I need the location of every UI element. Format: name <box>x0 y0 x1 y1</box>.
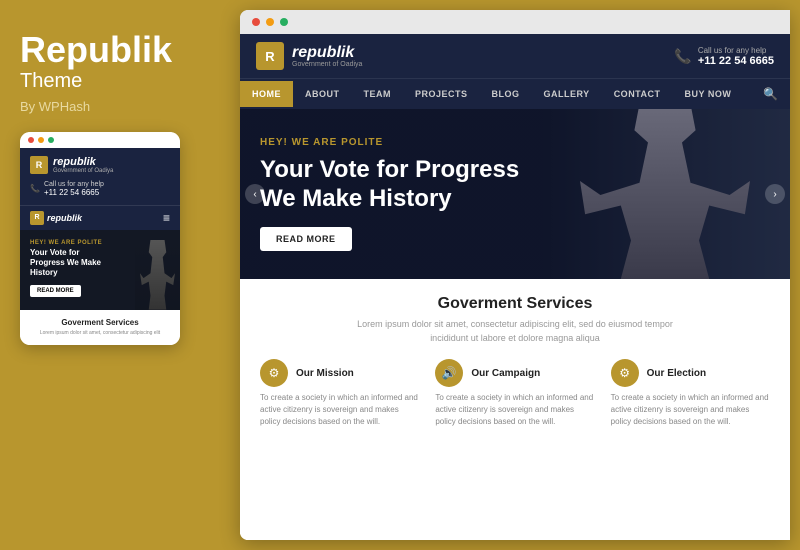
website-content: R republik Government of Oadiya 📞 Call u… <box>240 34 790 540</box>
site-hero: ‹ HEY! WE ARE POLITE Your Vote for Progr… <box>240 109 790 279</box>
site-logo-name: republik <box>292 45 362 61</box>
mobile-phone-icon: 📞 <box>30 184 40 193</box>
nav-item-contact[interactable]: CONTACT <box>602 81 673 107</box>
service-item-mission: ⚙ Our Mission To create a society in whi… <box>260 359 419 428</box>
mobile-header: R republik Government of Oadiya 📞 Call u… <box>20 148 180 205</box>
theme-subtitle: Theme <box>20 70 220 93</box>
browser-dot-red <box>252 18 260 26</box>
service-campaign-icon: 🔊 <box>435 359 463 387</box>
nav-item-buy-now[interactable]: BUY NOW <box>673 81 744 107</box>
nav-item-team[interactable]: TEAM <box>352 81 404 107</box>
mobile-browser-bar <box>20 132 180 148</box>
person-shape <box>580 109 750 279</box>
service-campaign-header: 🔊 Our Campaign <box>435 359 594 387</box>
mobile-hero: HEY! WE ARE POLITE Your Vote for Progres… <box>20 230 180 310</box>
nav-search-icon[interactable]: 🔍 <box>751 79 790 109</box>
hero-content: HEY! WE ARE POLITE Your Vote for Progres… <box>240 117 539 272</box>
mobile-preview: R republik Government of Oadiya 📞 Call u… <box>20 132 180 345</box>
mobile-logo-badge: R <box>30 156 48 174</box>
site-header: R republik Government of Oadiya 📞 Call u… <box>240 34 790 78</box>
mobile-nav-logo-name: republik <box>47 213 82 223</box>
mobile-dot-yellow <box>38 137 44 143</box>
mobile-logo-text-wrap: republik Government of Oadiya <box>53 156 113 174</box>
browser-dot-yellow <box>266 18 274 26</box>
site-logo-badge: R <box>256 42 284 70</box>
mobile-logo-row: R republik Government of Oadiya <box>30 156 170 174</box>
service-campaign-text: To create a society in which an informed… <box>435 392 594 428</box>
mobile-nav: R republik ≡ <box>20 205 180 230</box>
mobile-hero-title: Your Vote for Progress We Make History <box>30 248 110 279</box>
mobile-services-desc: Lorem ipsum dolor sit amet, consectetur … <box>28 330 172 337</box>
hero-read-more-button[interactable]: READ MORE <box>260 227 352 251</box>
mobile-phone-number: +11 22 54 6665 <box>44 188 104 197</box>
service-election-name: Our Election <box>647 368 706 379</box>
service-election-header: ⚙ Our Election <box>611 359 770 387</box>
mobile-services: Goverment Services Lorem ipsum dolor sit… <box>20 310 180 345</box>
mobile-phone-info: Call us for any help +11 22 54 6665 <box>44 181 104 197</box>
site-header-phone: 📞 Call us for any help +11 22 54 6665 <box>674 46 774 67</box>
phone-icon: 📞 <box>674 48 691 65</box>
mobile-dot-green <box>48 137 54 143</box>
phone-number: +11 22 54 6665 <box>698 55 774 67</box>
hero-prev-arrow[interactable]: ‹ <box>245 184 265 204</box>
mobile-phone-row: 📞 Call us for any help +11 22 54 6665 <box>30 181 170 197</box>
mobile-nav-logo: R republik <box>30 211 82 225</box>
mobile-person-silhouette <box>140 240 175 310</box>
service-mission-text: To create a society in which an informed… <box>260 392 419 428</box>
mobile-hamburger-icon[interactable]: ≡ <box>163 211 170 225</box>
service-item-campaign: 🔊 Our Campaign To create a society in wh… <box>435 359 594 428</box>
site-logo: R republik Government of Oadiya <box>256 42 362 70</box>
nav-item-projects[interactable]: PROJECTS <box>403 81 480 107</box>
site-logo-tagline: Government of Oadiya <box>292 61 362 68</box>
browser-chrome <box>240 10 790 34</box>
nav-item-blog[interactable]: BLOG <box>480 81 532 107</box>
service-campaign-name: Our Campaign <box>471 368 540 379</box>
services-desc: Lorem ipsum dolor sit amet, consectetur … <box>260 318 770 345</box>
service-mission-name: Our Mission <box>296 368 354 379</box>
site-nav: HOME ABOUT TEAM PROJECTS BLOG GALLERY CO… <box>240 78 790 109</box>
theme-by: By WPHash <box>20 99 220 114</box>
theme-title: Republik <box>20 30 220 70</box>
phone-label: Call us for any help <box>698 46 774 55</box>
mobile-hero-person <box>135 235 180 310</box>
nav-item-home[interactable]: HOME <box>240 81 293 107</box>
mobile-phone-label: Call us for any help <box>44 181 104 188</box>
mobile-logo-name: republik <box>53 156 113 168</box>
mobile-services-title: Goverment Services <box>28 318 172 327</box>
nav-item-gallery[interactable]: GALLERY <box>532 81 602 107</box>
services-title: Goverment Services <box>260 295 770 313</box>
mobile-dot-red <box>28 137 34 143</box>
mobile-nav-logo-badge: R <box>30 211 44 225</box>
service-item-election: ⚙ Our Election To create a society in wh… <box>611 359 770 428</box>
service-election-icon: ⚙ <box>611 359 639 387</box>
mobile-hero-read-more-button[interactable]: READ MORE <box>30 285 81 297</box>
hero-title: Your Vote for Progress We Make History <box>260 156 519 214</box>
browser-dot-green <box>280 18 288 26</box>
right-panel: R republik Government of Oadiya 📞 Call u… <box>240 10 790 540</box>
hero-next-arrow[interactable]: › <box>765 184 785 204</box>
mobile-logo-tagline: Government of Oadiya <box>53 168 113 174</box>
left-panel: Republik Theme By WPHash R republik Gove… <box>0 0 240 550</box>
nav-item-about[interactable]: ABOUT <box>293 81 352 107</box>
hero-tag: HEY! WE ARE POLITE <box>260 137 519 148</box>
service-mission-icon: ⚙ <box>260 359 288 387</box>
phone-info: Call us for any help +11 22 54 6665 <box>698 46 774 67</box>
service-mission-header: ⚙ Our Mission <box>260 359 419 387</box>
services-section: Goverment Services Lorem ipsum dolor sit… <box>240 279 790 540</box>
services-grid: ⚙ Our Mission To create a society in whi… <box>260 359 770 428</box>
hero-person-silhouette <box>580 109 760 279</box>
site-logo-text-wrap: republik Government of Oadiya <box>292 45 362 68</box>
service-election-text: To create a society in which an informed… <box>611 392 770 428</box>
